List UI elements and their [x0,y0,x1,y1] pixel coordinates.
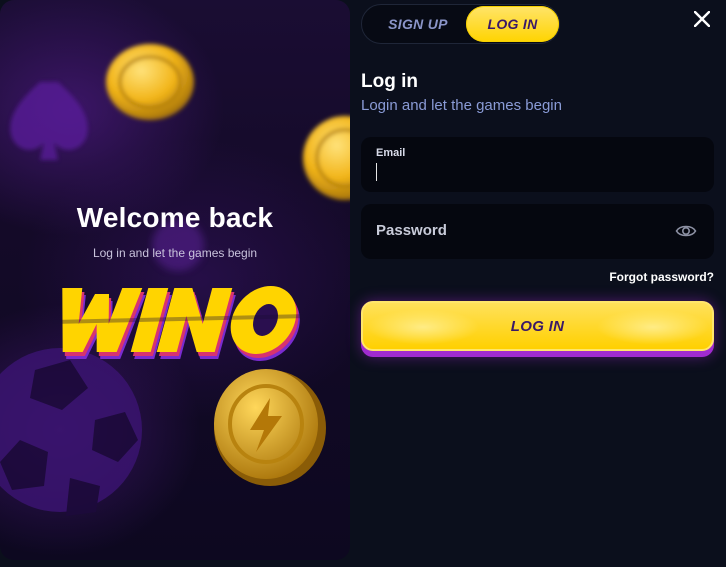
coin-icon [214,369,326,486]
spade-icon [10,82,88,160]
form-title: Log in [361,71,418,92]
tab-signup[interactable]: SIGN UP [368,5,468,43]
email-input[interactable] [376,163,696,183]
form-subtitle: Login and let the games begin [361,97,562,114]
login-button-frame: LOG IN [361,301,714,357]
password-field[interactable]: Password [361,204,714,259]
tab-login[interactable]: LOG IN [466,6,559,42]
auth-tabs: SIGN UP LOG IN [361,4,560,44]
promo-panel: Welcome back Log in and let the games be… [0,0,350,560]
coin-icon [106,44,194,120]
coin-icon [303,116,350,200]
wino-logo [52,286,303,361]
close-icon [694,11,710,27]
password-label: Password [376,222,447,239]
forgot-password-link[interactable]: Forgot password? [609,270,714,284]
promo-subtitle: Log in and let the games begin [92,246,258,260]
eye-icon[interactable] [675,221,697,241]
promo-title: Welcome back [76,202,274,233]
login-button[interactable]: LOG IN [361,301,714,351]
soccer-ball-icon [0,348,142,516]
close-button[interactable] [690,7,714,31]
email-field[interactable]: Email [361,137,714,192]
email-label: Email [376,147,406,159]
